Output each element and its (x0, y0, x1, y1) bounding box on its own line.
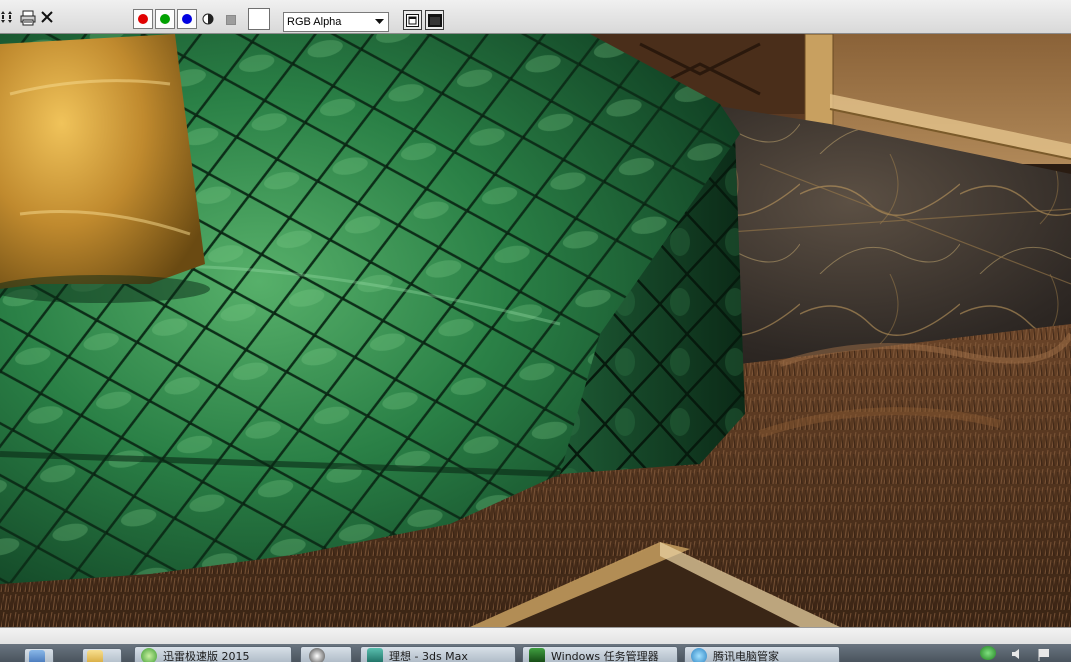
render-toolbar: RGB Alpha (0, 0, 1071, 34)
render-viewport (0, 34, 1071, 627)
flag-tray-icon[interactable] (1036, 646, 1052, 661)
speaker-tray-icon[interactable] (1010, 646, 1026, 660)
taskbar-item-label: 迅雷极速版 2015 (163, 650, 250, 662)
taskbar-item-label: 理想 - 3ds Max (389, 650, 468, 662)
green-dot-icon (160, 14, 170, 24)
blue-channel-toggle[interactable] (177, 9, 197, 29)
red-dot-icon (138, 14, 148, 24)
gold-pillow (0, 34, 205, 289)
taskbar-item-label: 腾讯电脑管家 (713, 650, 779, 662)
taskbar-item-task-manager[interactable]: Windows 任务管理器 (522, 646, 678, 662)
blue-dot-icon (182, 14, 192, 24)
copy-image-icon[interactable] (0, 10, 18, 28)
taskbar-item-start[interactable] (24, 648, 54, 662)
toggle-ui-overlay-icon[interactable] (403, 10, 422, 30)
clear-alpha-icon[interactable] (226, 15, 236, 25)
color-swatch[interactable] (248, 8, 270, 30)
toggle-ui-icon[interactable] (425, 10, 444, 30)
media-player-icon (309, 648, 325, 662)
windows-taskbar: 迅雷极速版 2015 理想 - 3ds Max Windows 任务管理器 腾讯… (0, 644, 1071, 662)
folder-icon (87, 650, 103, 662)
rendered-image (0, 34, 1071, 627)
network-tray-icon[interactable] (980, 646, 996, 660)
windows-start-icon (29, 650, 45, 662)
thunder-app-icon (141, 648, 157, 662)
channel-display-select[interactable]: RGB Alpha (283, 12, 389, 32)
tencent-app-icon (691, 648, 707, 662)
green-channel-toggle[interactable] (155, 9, 175, 29)
render-frame-window: RGB Alpha 迅雷极速版 2015 理想 - 3ds Max Window… (0, 0, 1071, 662)
taskbar-item-label: Windows 任务管理器 (551, 650, 659, 662)
task-manager-icon (529, 648, 545, 662)
print-icon[interactable] (20, 10, 38, 28)
channel-select-value: RGB Alpha (287, 16, 342, 28)
status-strip (0, 627, 1071, 645)
taskbar-item-folder[interactable] (82, 648, 122, 662)
taskbar-item-tencent[interactable]: 腾讯电脑管家 (684, 646, 840, 662)
monochrome-icon[interactable] (201, 11, 217, 27)
clear-icon[interactable] (40, 10, 58, 28)
red-channel-toggle[interactable] (133, 9, 153, 29)
taskbar-item-3dsmax[interactable]: 理想 - 3ds Max (360, 646, 516, 662)
taskbar-item-media[interactable] (300, 646, 352, 662)
taskbar-item-thunder[interactable]: 迅雷极速版 2015 (134, 646, 292, 662)
3dsmax-app-icon (367, 648, 383, 662)
chevron-down-icon (372, 15, 386, 29)
gold-pillar (804, 34, 834, 130)
